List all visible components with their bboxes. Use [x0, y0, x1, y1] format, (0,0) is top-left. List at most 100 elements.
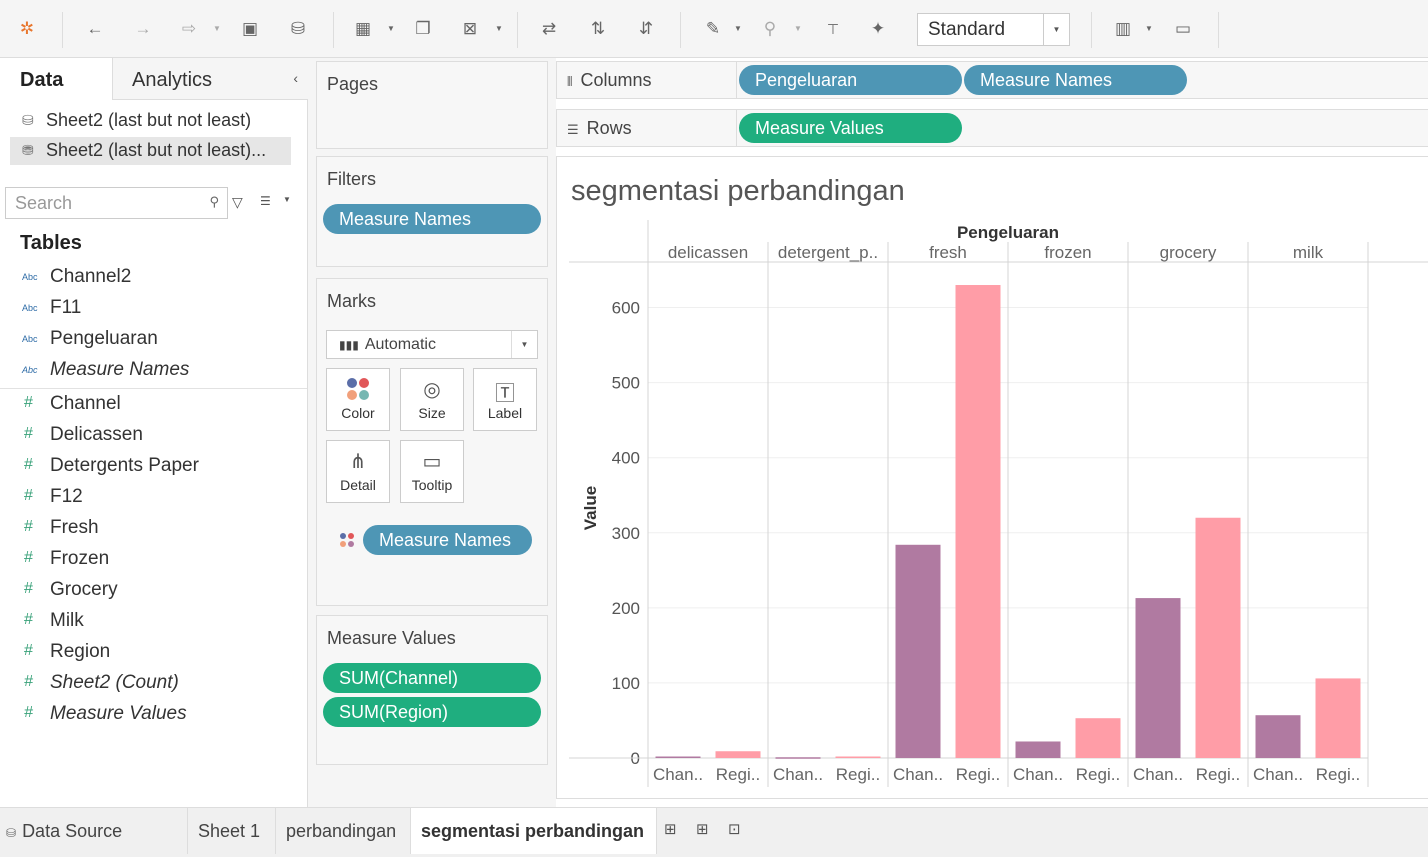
field-region[interactable]: # Region: [0, 641, 307, 669]
toolbar-separator: [680, 12, 681, 48]
tab-perbandingan[interactable]: perbandingan: [276, 808, 411, 854]
show-me-icon[interactable]: ▥: [1110, 16, 1136, 42]
marks-size-label: Size: [418, 405, 446, 421]
datasource-item-selected[interactable]: ⛃ Sheet2 (last but not least)...: [10, 137, 291, 165]
field-channel2[interactable]: Abc Channel2: [0, 266, 307, 294]
database-icon: ⛁: [22, 112, 34, 128]
view-dropdown-icon[interactable]: ▼: [283, 195, 291, 204]
field-label: Region: [50, 641, 111, 662]
field-milk[interactable]: # Milk: [0, 610, 307, 638]
chevron-down-icon[interactable]: ▼: [511, 331, 537, 358]
bar-chart-icon: ▮▮▮: [339, 338, 359, 352]
field-f12[interactable]: # F12: [0, 486, 307, 514]
new-datasource-icon[interactable]: ⛁: [285, 16, 311, 42]
new-dashboard-icon[interactable]: ⊞: [696, 820, 709, 838]
filter-pill-measure-names[interactable]: Measure Names: [323, 204, 541, 234]
tab-data[interactable]: Data: [0, 58, 112, 100]
bar: [895, 544, 941, 758]
sort-ascending-icon[interactable]: ⇅: [585, 16, 611, 42]
marks-pill-measure-names[interactable]: Measure Names: [363, 525, 532, 555]
string-type-icon: Abc: [22, 272, 38, 282]
columns-pill-measure-names[interactable]: Measure Names: [964, 65, 1187, 95]
new-worksheet-icon[interactable]: ⊞: [664, 820, 677, 838]
replay-dropdown-icon[interactable]: ▼: [212, 16, 222, 42]
search-field[interactable]: ⚲: [5, 187, 228, 219]
field-frozen[interactable]: # Frozen: [0, 548, 307, 576]
tab-data-source[interactable]: ⛁ Data Source: [0, 808, 188, 854]
show-labels-icon[interactable]: ⊤: [820, 16, 846, 42]
toolbar-separator: [1091, 12, 1092, 48]
new-story-icon[interactable]: ⊡: [728, 820, 741, 838]
columns-shelf-label: ⫴ Columns: [557, 62, 737, 98]
detail-icon: ⋔: [349, 451, 367, 473]
field-grocery[interactable]: # Grocery: [0, 579, 307, 607]
list-view-icon[interactable]: ☰: [260, 194, 271, 208]
show-me-dropdown-icon[interactable]: ▼: [1144, 16, 1154, 42]
field-measure-values[interactable]: # Measure Values: [0, 703, 307, 731]
pin-icon[interactable]: ✦: [865, 16, 891, 42]
tableau-logo-icon[interactable]: ✲: [14, 16, 40, 42]
fit-select[interactable]: Standard ▼: [917, 13, 1070, 46]
sheet-tabs-bar: ⛁ Data Source Sheet 1 perbandingan segmen…: [0, 807, 1428, 857]
y-tick-label: 300: [612, 524, 640, 543]
group-header-label: frozen: [1044, 243, 1091, 262]
pages-card-title: Pages: [327, 74, 379, 94]
new-worksheet-icon[interactable]: ▦: [350, 16, 376, 42]
field-delicassen[interactable]: # Delicassen: [0, 424, 307, 452]
clear-sheet-icon[interactable]: ⊠: [457, 16, 483, 42]
filters-card[interactable]: Filters Measure Names: [316, 156, 548, 267]
field-detergents-paper[interactable]: # Detergents Paper: [0, 455, 307, 483]
group-dropdown-icon[interactable]: ▼: [793, 16, 803, 42]
marks-tooltip-button[interactable]: ▭ Tooltip: [400, 440, 464, 503]
marks-size-button[interactable]: ◎ Size: [400, 368, 464, 431]
field-fresh[interactable]: # Fresh: [0, 517, 307, 545]
replay-icon[interactable]: ⇨: [176, 16, 202, 42]
string-type-icon: Abc: [22, 303, 38, 313]
field-pengeluaran[interactable]: Abc Pengeluaran: [0, 328, 307, 356]
pages-card[interactable]: Pages: [316, 61, 548, 149]
collapse-pane-icon[interactable]: ‹: [293, 70, 298, 86]
marks-color-button[interactable]: Color: [326, 368, 390, 431]
string-type-icon: Abc: [22, 365, 38, 375]
columns-shelf[interactable]: ⫴ Columns Pengeluaran Measure Names: [556, 61, 1428, 99]
columns-pill-pengeluaran[interactable]: Pengeluaran: [739, 65, 962, 95]
filter-icon[interactable]: ▽: [232, 194, 243, 211]
field-sheet2-count[interactable]: # Sheet2 (Count): [0, 672, 307, 700]
tab-segmentasi-perbandingan[interactable]: segmentasi perbandingan: [411, 808, 657, 854]
rows-shelf[interactable]: ☰ Rows Measure Values: [556, 109, 1428, 147]
field-f11[interactable]: Abc F11: [0, 297, 307, 325]
swap-icon[interactable]: ⇄: [536, 16, 562, 42]
field-measure-names[interactable]: Abc Measure Names: [0, 359, 307, 387]
sort-descending-icon[interactable]: ⇵: [633, 16, 659, 42]
save-icon[interactable]: ▣: [237, 16, 263, 42]
new-worksheet-dropdown-icon[interactable]: ▼: [386, 16, 396, 42]
measure-pill-sum-region[interactable]: SUM(Region): [323, 697, 541, 727]
marks-detail-button[interactable]: ⋔ Detail: [326, 440, 390, 503]
chevron-down-icon[interactable]: ▼: [1043, 14, 1069, 45]
color-encoding-icon: [339, 532, 355, 553]
field-label: Measure Names: [50, 359, 190, 380]
datasource-item[interactable]: ⛁ Sheet2 (last but not least): [10, 107, 291, 135]
duplicate-icon[interactable]: ❐: [410, 16, 436, 42]
highlight-icon[interactable]: ✎: [700, 16, 726, 42]
fit-select-value: Standard: [928, 19, 1006, 40]
mark-type-select[interactable]: ▮▮▮ Automatic ▼: [326, 330, 538, 359]
measure-pill-sum-channel[interactable]: SUM(Channel): [323, 663, 541, 693]
rows-icon: ☰: [567, 122, 579, 137]
undo-icon[interactable]: ←: [82, 16, 108, 42]
number-type-icon: #: [24, 580, 33, 597]
search-input[interactable]: [6, 188, 196, 218]
tab-sheet-1[interactable]: Sheet 1: [188, 808, 276, 854]
data-pane: Data Analytics ‹ ⛁ Sheet2 (last but not …: [0, 58, 308, 807]
rows-pill-measure-values[interactable]: Measure Values: [739, 113, 962, 143]
bar-chart: Pengeluaran0100200300400500600Valuedelic…: [569, 220, 1428, 787]
tab-analytics[interactable]: Analytics ‹: [112, 58, 308, 100]
field-channel[interactable]: # Channel: [0, 393, 307, 421]
group-icon[interactable]: ⚲: [757, 16, 783, 42]
marks-label-button[interactable]: 🅃 Label: [473, 368, 537, 431]
tab-label: segmentasi perbandingan: [421, 821, 645, 841]
clear-sheet-dropdown-icon[interactable]: ▼: [494, 16, 504, 42]
highlight-dropdown-icon[interactable]: ▼: [733, 16, 743, 42]
redo-icon[interactable]: →: [130, 16, 156, 42]
presentation-icon[interactable]: ▭: [1170, 16, 1196, 42]
